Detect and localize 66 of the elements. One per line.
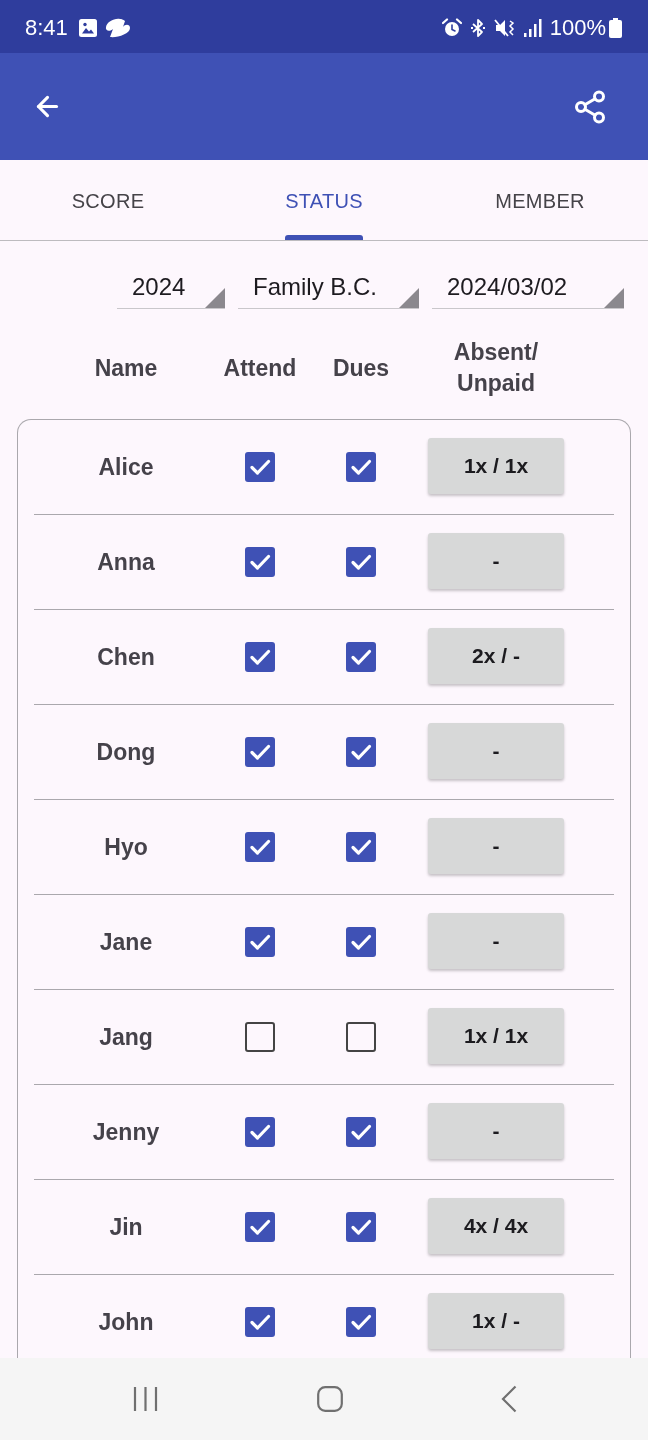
column-header: Attend <box>223 353 297 383</box>
member-name: Chen <box>97 645 155 669</box>
tab[interactable]: STATUS <box>216 160 432 240</box>
swirl-icon <box>104 17 131 38</box>
member-name: John <box>98 1310 154 1334</box>
image-icon <box>78 18 97 37</box>
count-button[interactable]: 1x / - <box>428 1293 564 1349</box>
dropdown-triangle-icon <box>205 288 225 308</box>
checkbox[interactable] <box>346 737 376 767</box>
battery-icon <box>609 17 622 38</box>
tab[interactable]: SCORE <box>0 160 216 240</box>
checkbox[interactable] <box>245 832 275 862</box>
checkbox[interactable] <box>245 1307 275 1337</box>
recent-apps-icon[interactable] <box>133 1386 158 1412</box>
count-button[interactable]: 1x / 1x <box>428 438 564 494</box>
column-header: Name <box>94 353 158 383</box>
dropdown[interactable]: 2024/03/02 <box>432 266 624 309</box>
member-name: Alice <box>98 455 154 479</box>
home-icon[interactable] <box>316 1386 343 1412</box>
dropdown-triangle-icon <box>399 288 419 308</box>
checkbox[interactable] <box>346 452 376 482</box>
checkbox[interactable] <box>245 642 275 672</box>
member-name: Jenny <box>92 1120 160 1144</box>
count-button[interactable]: - <box>428 533 564 589</box>
count-button[interactable]: 1x / 1x <box>428 1008 564 1064</box>
member-name: Jin <box>109 1215 143 1239</box>
checkbox[interactable] <box>346 642 376 672</box>
checkbox[interactable] <box>346 1212 376 1242</box>
member-name: Dong <box>96 740 156 764</box>
checkbox[interactable] <box>346 547 376 577</box>
checkbox[interactable] <box>346 1307 376 1337</box>
checkbox[interactable] <box>245 737 275 767</box>
checkbox[interactable] <box>245 1117 275 1147</box>
count-button[interactable]: - <box>428 818 564 874</box>
checkbox[interactable] <box>245 547 275 577</box>
count-button[interactable]: 4x / 4x <box>428 1198 564 1254</box>
alarm-icon <box>441 17 462 38</box>
member-name: Hyo <box>104 835 148 859</box>
mute-icon <box>493 17 516 38</box>
count-button[interactable]: - <box>428 913 564 969</box>
dropdown-triangle-icon <box>604 288 624 308</box>
checkbox[interactable] <box>346 927 376 957</box>
checkbox[interactable] <box>245 1212 275 1242</box>
column-header: Dues <box>332 353 390 383</box>
count-button[interactable]: 2x / - <box>428 628 564 684</box>
back-icon[interactable] <box>501 1385 517 1413</box>
count-button[interactable]: - <box>428 723 564 779</box>
battery-percent: 100% <box>549 16 606 39</box>
checkbox[interactable] <box>346 1117 376 1147</box>
status-time: 8:41 <box>25 16 68 39</box>
signal-icon <box>523 18 542 37</box>
checkbox[interactable] <box>245 927 275 957</box>
count-button[interactable]: - <box>428 1103 564 1159</box>
bluetooth-icon <box>469 17 486 38</box>
checkbox[interactable] <box>346 1022 376 1052</box>
share-icon[interactable] <box>572 88 608 125</box>
column-header: Absent/ Unpaid <box>452 338 540 398</box>
checkbox[interactable] <box>346 832 376 862</box>
member-name: Jane <box>99 930 153 954</box>
tab[interactable]: MEMBER <box>432 160 648 240</box>
member-name: Jang <box>99 1025 153 1049</box>
member-name: Anna <box>97 550 155 574</box>
dropdown[interactable]: 2024 <box>117 266 225 309</box>
dropdown[interactable]: Family B.C. <box>238 266 419 309</box>
checkbox[interactable] <box>245 1022 275 1052</box>
checkbox[interactable] <box>245 452 275 482</box>
